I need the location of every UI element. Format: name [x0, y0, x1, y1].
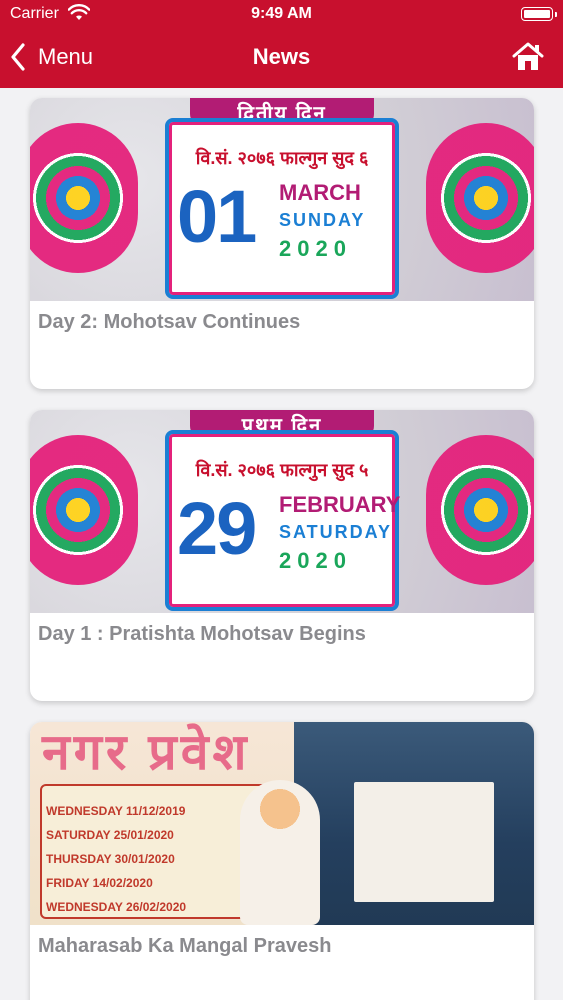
temple-arch-image — [294, 722, 534, 925]
news-title: Maharasab Ka Mangal Pravesh — [38, 935, 332, 957]
page-title: News — [252, 44, 311, 69]
news-title: Day 1 : Pratishta Mohotsav Begins — [38, 623, 366, 645]
news-image: प्रथम दिन वि.सं. २०७६ फाल्गुन सुद ५ 29 F… — [30, 410, 534, 613]
poster-month: MARCH — [279, 180, 361, 205]
monk-figure — [240, 780, 320, 925]
news-card[interactable]: प्रथम दिन वि.सं. २०७६ फाल्गुन सुद ५ 29 F… — [30, 410, 534, 701]
home-button[interactable] — [511, 40, 545, 74]
news-card[interactable]: नगर प्रवेश WEDNESDAY 11/12/2019 SATURDAY… — [30, 722, 534, 1000]
schedule-line: SATURDAY 25/01/2020 — [46, 828, 174, 842]
poster-weekday: SATURDAY — [279, 522, 393, 542]
clock: 9:49 AM — [251, 5, 312, 22]
mandala-decoration — [30, 123, 138, 273]
home-icon — [512, 42, 544, 70]
news-list: द्वितीय दिन वि.सं. २०७६ फाल्गुन सुद ६ 01… — [30, 98, 534, 1000]
mandala-decoration — [426, 435, 534, 585]
poster-year: 2020 — [279, 548, 352, 573]
schedule-line: THURSDAY 30/01/2020 — [46, 852, 175, 866]
news-title: Day 2: Mohotsav Continues — [38, 311, 301, 333]
poster-day: 29 — [177, 487, 257, 570]
poster-vikram-date: वि.सं. २०७६ फाल्गुन सुद ५ — [195, 460, 369, 480]
poster-day: 01 — [177, 175, 257, 258]
mandala-decoration — [426, 123, 534, 273]
temple-photo — [354, 782, 494, 902]
poster-vikram-date: वि.सं. २०७६ फाल्गुन सुद ६ — [195, 148, 369, 168]
date-frame: वि.सं. २०७६ फाल्गुन सुद ६ 01 MARCH SUNDA… — [165, 118, 399, 299]
news-card[interactable]: द्वितीय दिन वि.सं. २०७६ फाल्गुन सुद ६ 01… — [30, 98, 534, 389]
poster-year: 2020 — [279, 236, 352, 261]
news-image: द्वितीय दिन वि.सं. २०७६ फाल्गुन सुद ६ 01… — [30, 98, 534, 301]
schedule-line: WEDNESDAY 11/12/2019 — [46, 804, 186, 818]
mandala-decoration — [30, 435, 138, 585]
poster-month: FEBRUARY — [279, 492, 401, 517]
poster-weekday: SUNDAY — [279, 210, 366, 230]
news-image: नगर प्रवेश WEDNESDAY 11/12/2019 SATURDAY… — [30, 722, 534, 925]
schedule-line: FRIDAY 14/02/2020 — [46, 876, 153, 890]
date-frame: वि.सं. २०७६ फाल्गुन सुद ५ 29 FEBRUARY SA… — [165, 430, 401, 611]
status-bar: Carrier 9:49 AM — [0, 0, 563, 30]
schedule-line: WEDNESDAY 26/02/2020 — [46, 900, 187, 914]
app-header: Carrier 9:49 AM Menu News — [0, 0, 563, 88]
poster-title: नगर प्रवेश — [42, 724, 251, 780]
battery-icon — [521, 7, 557, 21]
